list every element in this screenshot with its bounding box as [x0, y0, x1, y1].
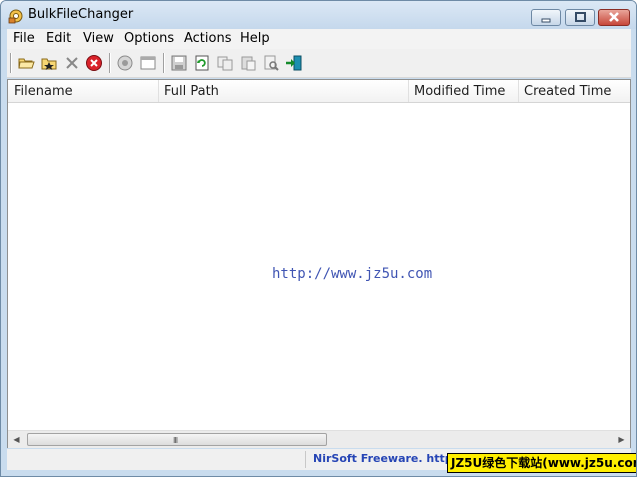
window-icon[interactable] [139, 54, 157, 72]
stop-icon[interactable] [85, 54, 103, 72]
close-button[interactable] [598, 9, 630, 26]
menu-actions[interactable]: Actions [184, 31, 232, 46]
horizontal-scrollbar[interactable]: ◀ III ▶ [8, 430, 630, 448]
paste-icon[interactable] [239, 54, 257, 72]
scroll-thumb[interactable]: III [27, 433, 327, 446]
delete-icon[interactable] [63, 54, 81, 72]
properties-icon[interactable] [116, 54, 134, 72]
status-bar: NirSoft Freeware. http: JZ5U绿色下载站(www.jz… [7, 449, 636, 473]
toolbar-separator [10, 53, 12, 73]
title-bar[interactable]: BulkFileChanger [1, 1, 636, 29]
column-divider[interactable] [158, 80, 159, 102]
file-list[interactable]: Filename Full Path Modified Time Created… [7, 79, 631, 448]
column-modified-time[interactable]: Modified Time [414, 84, 505, 99]
find-icon[interactable] [262, 54, 280, 72]
save-icon[interactable] [170, 54, 188, 72]
open-folder-icon[interactable] [17, 54, 35, 72]
copy-icon[interactable] [216, 54, 234, 72]
column-filename[interactable]: Filename [14, 84, 73, 99]
status-link[interactable]: NirSoft Freeware. http: [313, 452, 457, 465]
refresh-icon[interactable] [193, 54, 211, 72]
close-icon [609, 12, 619, 22]
watermark-text: http://www.jz5u.com [272, 266, 433, 282]
toolbar [7, 49, 631, 78]
status-divider [305, 451, 306, 468]
menu-help[interactable]: Help [240, 31, 270, 46]
menu-options[interactable]: Options [124, 31, 174, 46]
minimize-icon [541, 18, 551, 23]
minimize-button[interactable] [531, 9, 561, 26]
maximize-icon [575, 12, 586, 22]
window-title: BulkFileChanger [28, 7, 134, 22]
column-created-time[interactable]: Created Time [524, 84, 611, 99]
app-icon [8, 9, 23, 24]
column-divider[interactable] [408, 80, 409, 102]
toolbar-separator [109, 53, 111, 73]
scroll-grip: III [173, 436, 178, 445]
app-window: BulkFileChanger File Edit View Options A… [0, 0, 637, 477]
exit-icon[interactable] [285, 54, 303, 72]
download-site-badge: JZ5U绿色下载站(www.jz5u.com) [447, 453, 636, 473]
add-folder-icon[interactable] [40, 54, 58, 72]
column-divider[interactable] [518, 80, 519, 102]
list-header: Filename Full Path Modified Time Created… [8, 80, 630, 103]
toolbar-separator [163, 53, 165, 73]
menu-file[interactable]: File [13, 31, 35, 46]
scroll-right-icon[interactable]: ▶ [613, 431, 630, 448]
menu-edit[interactable]: Edit [46, 31, 71, 46]
column-full-path[interactable]: Full Path [164, 84, 219, 99]
menu-bar: File Edit View Options Actions Help [7, 29, 631, 49]
scroll-left-icon[interactable]: ◀ [8, 431, 25, 448]
menu-view[interactable]: View [83, 31, 114, 46]
maximize-button[interactable] [565, 9, 595, 26]
